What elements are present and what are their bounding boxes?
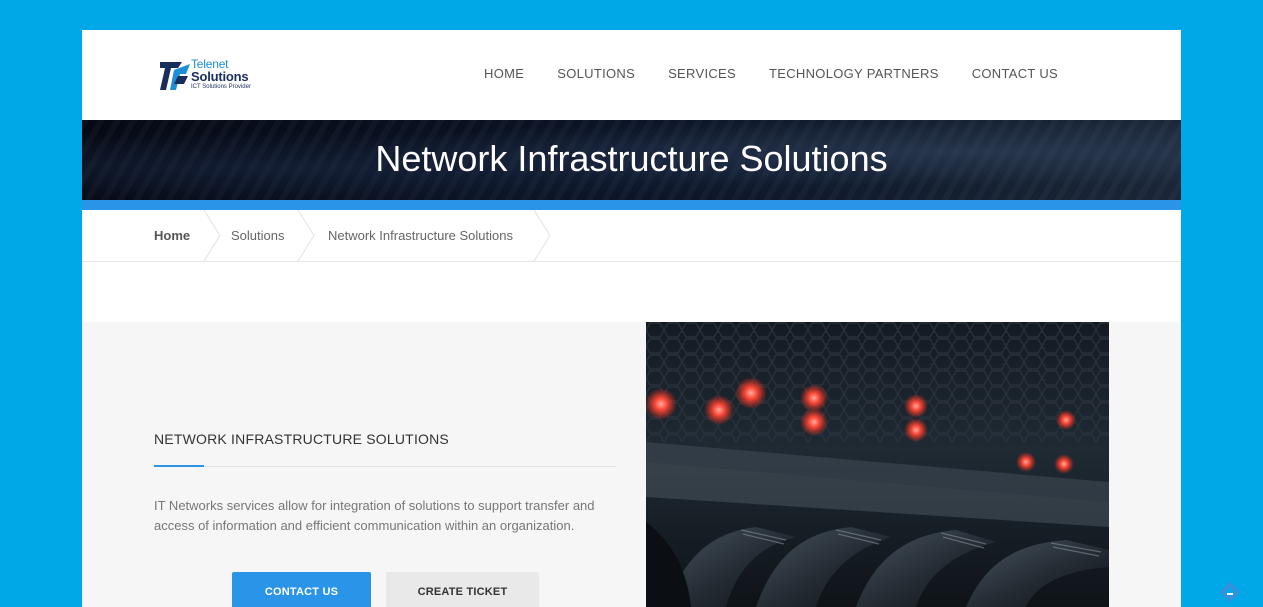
nav-solutions[interactable]: SOLUTIONS <box>557 66 635 81</box>
breadcrumb: Home Solutions Network Infrastructure So… <box>82 210 1181 262</box>
breadcrumb-home[interactable]: Home <box>154 210 190 261</box>
logo-mark-icon <box>160 62 190 90</box>
section-title: NETWORK INFRASTRUCTURE SOLUTIONS <box>154 431 449 447</box>
content-right-margin <box>1109 322 1181 607</box>
nav-home[interactable]: HOME <box>484 66 524 81</box>
feedly-icon[interactable] <box>1219 581 1241 603</box>
banner-accent-stripe <box>82 200 1181 210</box>
nav-services[interactable]: SERVICES <box>668 66 736 81</box>
breadcrumb-current: Network Infrastructure Solutions <box>328 228 513 243</box>
logo-text: Telenet Solutions ICT Solutions Provider <box>191 58 251 90</box>
page-container: Telenet Solutions ICT Solutions Provider… <box>82 30 1181 607</box>
network-switch-image <box>646 322 1109 607</box>
breadcrumb-solutions[interactable]: Solutions <box>231 210 284 261</box>
nav-technology-partners[interactable]: TECHNOLOGY PARTNERS <box>769 66 939 81</box>
page-banner: Network Infrastructure Solutions <box>82 120 1181 200</box>
breadcrumb-chevron-icon <box>297 210 315 261</box>
contact-us-button[interactable]: CONTACT US <box>232 572 371 607</box>
main-nav: HOME SOLUTIONS SERVICES TECHNOLOGY PARTN… <box>451 66 1058 81</box>
network-switch-cables-image <box>646 322 1109 607</box>
section-divider-accent <box>154 465 204 467</box>
logo-tagline: ICT Solutions Provider <box>191 84 251 90</box>
page-title: Network Infrastructure Solutions <box>375 138 888 179</box>
section-description: IT Networks services allow for integrati… <box>154 498 595 533</box>
breadcrumb-chevron-icon <box>203 210 221 261</box>
site-header: Telenet Solutions ICT Solutions Provider… <box>82 30 1181 120</box>
create-ticket-button[interactable]: CREATE TICKET <box>386 572 539 607</box>
site-logo[interactable]: Telenet Solutions ICT Solutions Provider <box>160 58 256 92</box>
section-divider <box>154 466 616 467</box>
breadcrumb-chevron-icon <box>533 210 551 261</box>
nav-contact-us[interactable]: CONTACT US <box>972 66 1058 81</box>
content-panel: NETWORK INFRASTRUCTURE SOLUTIONS IT Netw… <box>82 322 646 607</box>
logo-line-2: Solutions <box>191 69 249 84</box>
